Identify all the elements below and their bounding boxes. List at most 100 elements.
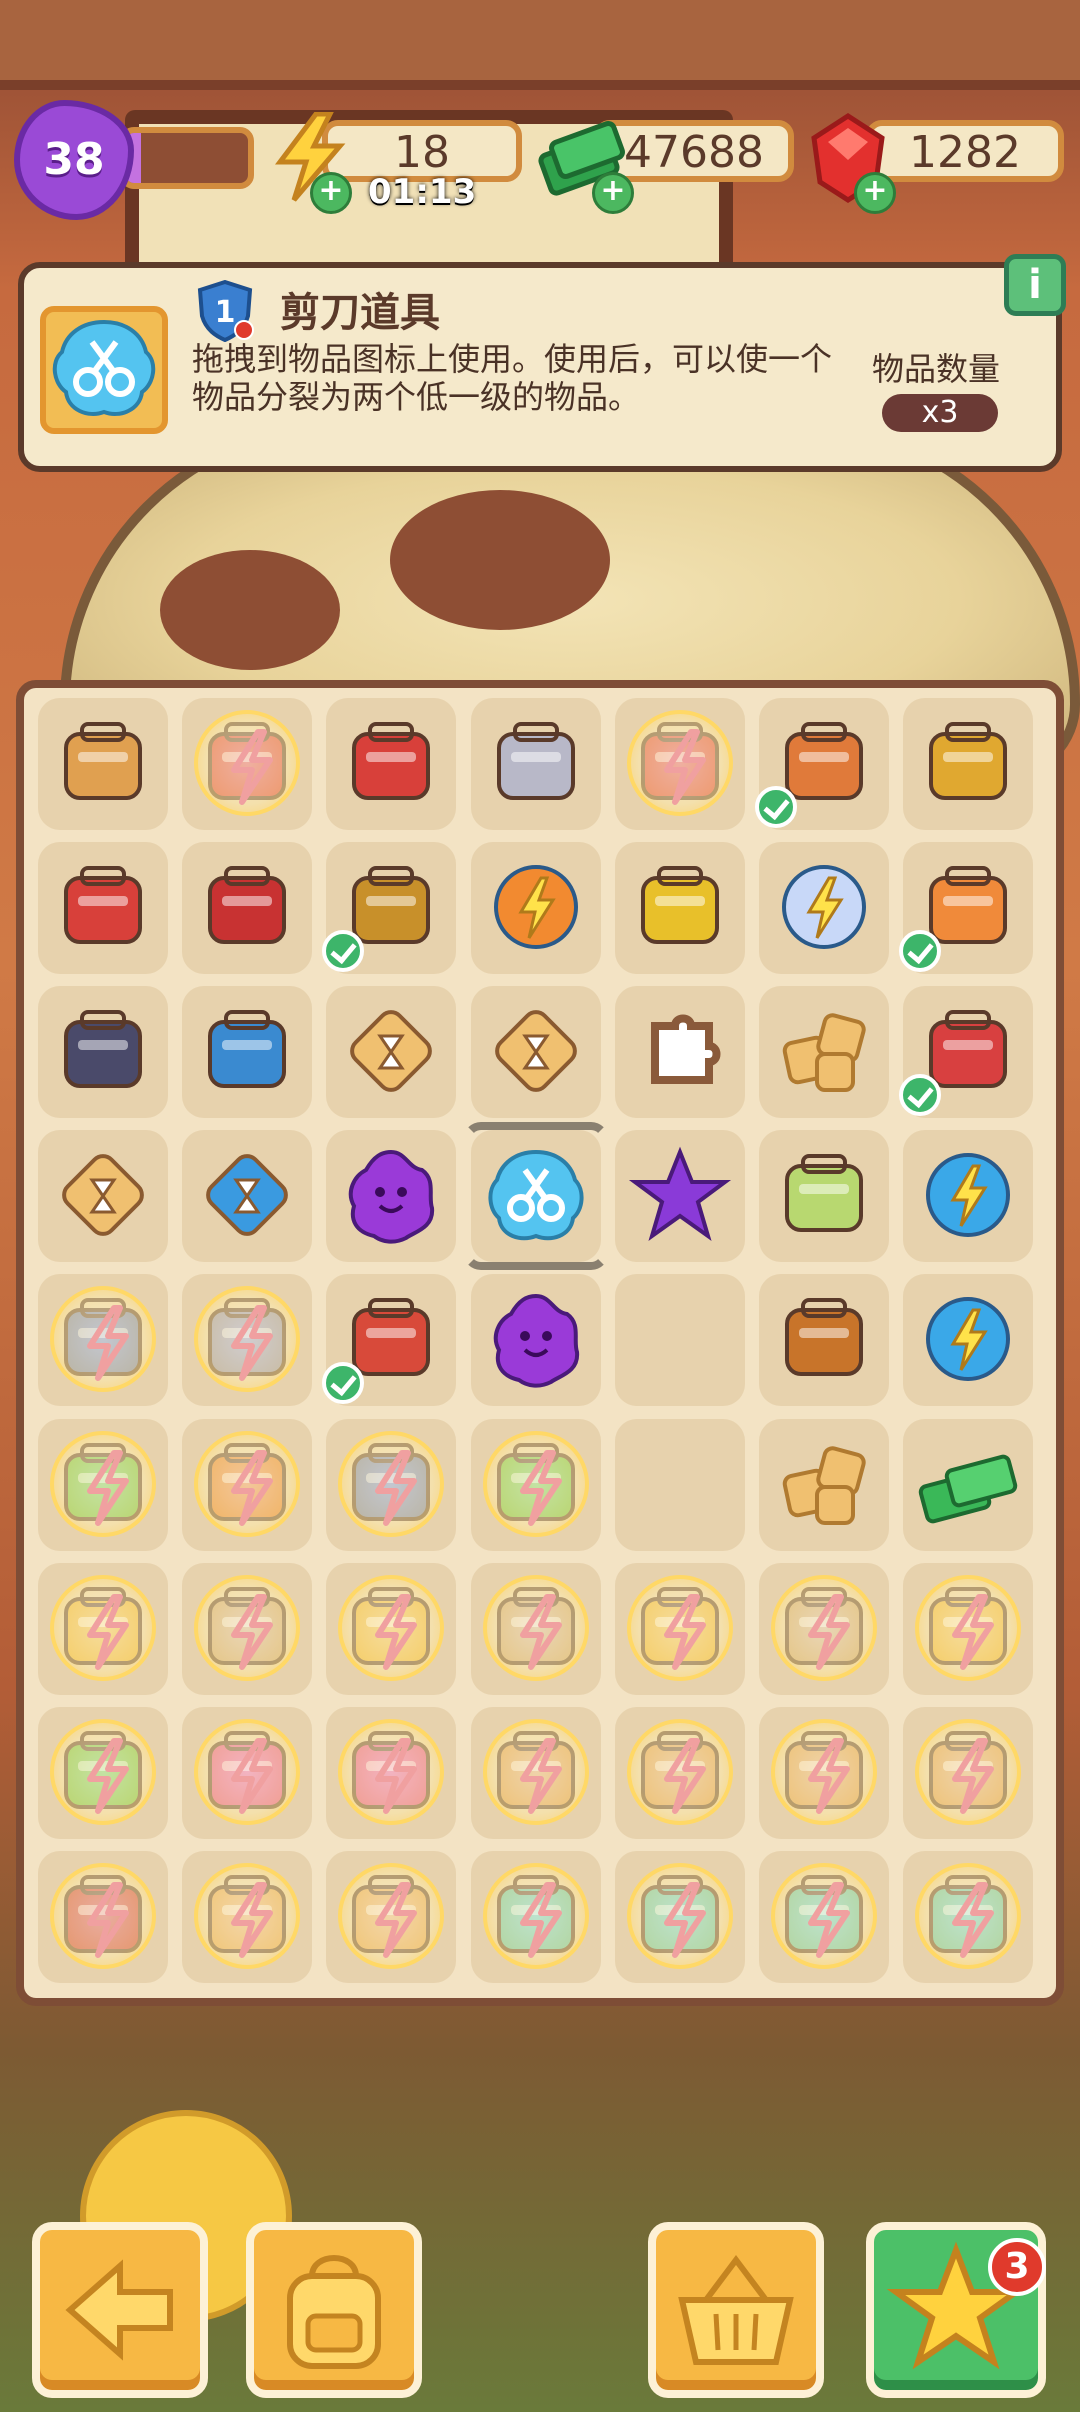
locked-bubble-icon[interactable] (771, 1862, 877, 1969)
locked-bubble-icon[interactable] (771, 1574, 877, 1681)
locked-bubble-icon[interactable] (194, 1430, 301, 1537)
red-toolbox-icon[interactable] (336, 708, 446, 820)
board-cell[interactable] (38, 986, 168, 1119)
board-cell[interactable] (759, 1274, 889, 1407)
board-cell[interactable] (899, 842, 1034, 975)
board-cell[interactable] (614, 1274, 745, 1407)
info-button[interactable]: i (1004, 254, 1066, 316)
purple-flower-blob-icon[interactable] (481, 1284, 591, 1396)
orange-energy-orb-icon[interactable] (481, 852, 591, 964)
player-level-badge[interactable]: 38 (14, 100, 144, 220)
locked-bubble-icon[interactable] (338, 1574, 445, 1681)
board-cell[interactable] (322, 1274, 457, 1407)
puzzle-piece-icon[interactable] (625, 996, 735, 1108)
board-cell[interactable] (614, 698, 745, 830)
locked-bubble-icon[interactable] (626, 1862, 733, 1969)
board-cell[interactable] (759, 1562, 889, 1695)
board-cell[interactable] (182, 1562, 313, 1695)
add-gem-plus-icon[interactable]: + (854, 172, 896, 214)
purple-star-icon[interactable] (625, 1140, 735, 1252)
locked-bubble-icon[interactable] (50, 1862, 156, 1969)
garden-fork-icon[interactable] (481, 708, 591, 820)
red-toolbox-latched-icon[interactable] (192, 852, 302, 964)
treasure-chest-icon[interactable] (769, 1284, 879, 1396)
cash-stack-icon[interactable] (913, 1429, 1023, 1541)
locked-bubble-icon[interactable] (50, 1574, 156, 1681)
sell-basket-button[interactable] (648, 2222, 824, 2398)
board-cell[interactable] (903, 1850, 1034, 1983)
board-cell[interactable] (759, 1850, 889, 1983)
board-cell[interactable] (470, 698, 601, 830)
board-cell[interactable] (614, 1418, 745, 1551)
board-cell[interactable] (755, 698, 889, 830)
hourglass-tile-icon[interactable] (48, 1140, 158, 1252)
open-red-box-icon[interactable] (48, 852, 158, 964)
back-button[interactable] (32, 2222, 208, 2398)
board-cell[interactable] (759, 1130, 889, 1263)
locked-bubble-icon[interactable] (482, 1574, 589, 1681)
board-cell[interactable] (759, 842, 889, 975)
board-cell[interactable] (182, 1706, 313, 1839)
board-cell[interactable] (38, 698, 168, 830)
board-cell[interactable] (903, 1418, 1034, 1551)
board-cell[interactable] (903, 1130, 1034, 1263)
hourglass-tile-icon[interactable] (336, 996, 446, 1108)
scissors-selected-icon[interactable] (481, 1140, 591, 1252)
board-cell[interactable] (614, 1850, 745, 1983)
wheels-icon[interactable] (48, 996, 158, 1108)
board-cell[interactable] (322, 842, 457, 975)
blue-energy-orb-icon[interactable] (913, 1140, 1023, 1252)
board-cell[interactable] (38, 1706, 168, 1839)
blue-hourglass-tile-icon[interactable] (192, 1140, 302, 1252)
board-cell[interactable] (326, 1850, 457, 1983)
board-cell[interactable] (614, 1562, 745, 1695)
board-cell[interactable] (470, 1706, 601, 1839)
locked-bubble-icon[interactable] (482, 1862, 589, 1969)
board-cell[interactable] (470, 842, 601, 975)
board-cell[interactable] (614, 986, 745, 1119)
board-cell[interactable] (462, 1122, 609, 1271)
board-cell[interactable] (470, 1274, 601, 1407)
locked-bubble-icon[interactable] (194, 1718, 301, 1825)
lotion-bottle-icon[interactable] (769, 1140, 879, 1252)
board-cell[interactable] (38, 1130, 168, 1263)
locked-bubble-icon[interactable] (626, 1574, 733, 1681)
locked-bubble-icon[interactable] (194, 1286, 301, 1393)
board-cell[interactable] (470, 1850, 601, 1983)
locked-bubble-icon[interactable] (626, 1718, 733, 1825)
board-cell[interactable] (182, 842, 313, 975)
backpack-button[interactable] (246, 2222, 422, 2398)
board-cell[interactable] (182, 1418, 313, 1551)
board-cell[interactable] (38, 842, 168, 975)
board-cell[interactable] (326, 1418, 457, 1551)
hourglass-icon[interactable] (48, 708, 158, 820)
locked-bubble-icon[interactable] (50, 1286, 156, 1393)
add-energy-plus-icon[interactable]: + (310, 172, 352, 214)
yellow-cap-icon[interactable] (625, 852, 735, 964)
board-cell[interactable] (38, 1274, 168, 1407)
board-cell[interactable] (899, 986, 1034, 1119)
board-cell[interactable] (326, 1130, 457, 1263)
horseshoe-magnet-icon[interactable] (913, 708, 1023, 820)
purple-star-blob-icon[interactable] (336, 1140, 446, 1252)
board-cell[interactable] (470, 986, 601, 1119)
blue-energy-orb-icon[interactable] (913, 1284, 1023, 1396)
board-cell[interactable] (326, 698, 457, 830)
locked-bubble-icon[interactable] (338, 1430, 445, 1537)
swan-rainbow-orb-icon[interactable] (769, 852, 879, 964)
gem-counter[interactable]: 1282 (866, 120, 1064, 182)
board-cell[interactable] (614, 1706, 745, 1839)
magnifier-icon[interactable] (192, 996, 302, 1108)
board-cell[interactable] (326, 1562, 457, 1695)
board-cell[interactable] (903, 1706, 1034, 1839)
board-cell[interactable] (614, 1130, 745, 1263)
board-cell[interactable] (326, 1706, 457, 1839)
board-cell[interactable] (759, 986, 889, 1119)
board-cell[interactable] (326, 986, 457, 1119)
bread-cubes-icon[interactable] (769, 996, 879, 1108)
locked-bubble-icon[interactable] (915, 1718, 1022, 1825)
board-cell[interactable] (182, 698, 313, 830)
board-cell[interactable] (903, 1562, 1034, 1695)
locked-bubble-icon[interactable] (194, 1574, 301, 1681)
board-cell[interactable] (38, 1562, 168, 1695)
